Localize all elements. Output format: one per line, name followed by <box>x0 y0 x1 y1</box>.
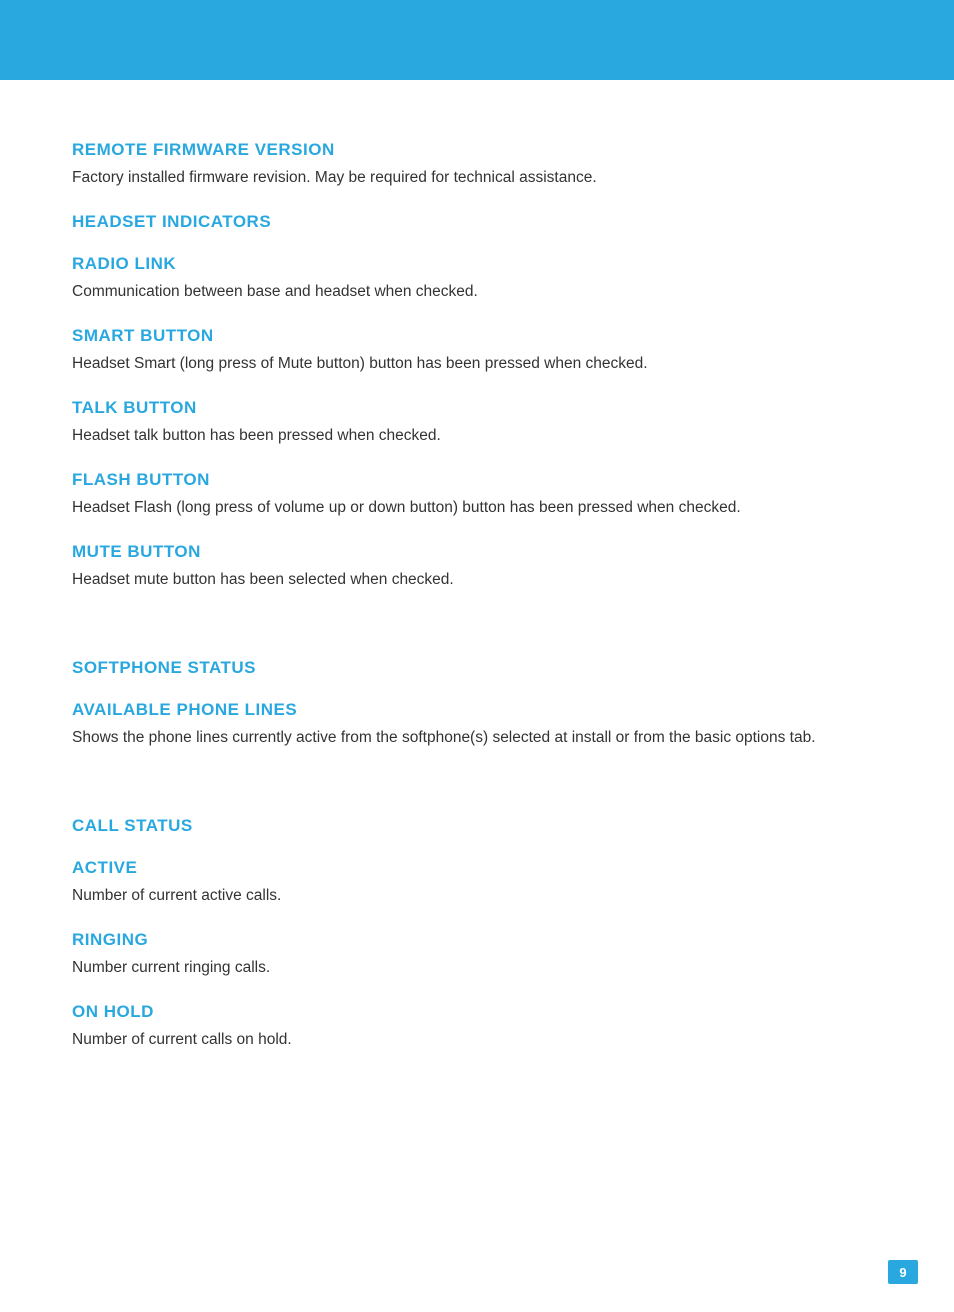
heading-softphone-status: SOFTPHONE STATUS <box>72 658 882 678</box>
heading-headset-indicators: HEADSET INDICATORS <box>72 212 882 232</box>
spacer-2 <box>72 618 882 636</box>
page-number: 9 <box>888 1260 918 1284</box>
heading-smart-button: SMART BUTTON <box>72 326 882 346</box>
body-active: Number of current active calls. <box>72 884 882 908</box>
section-available-phone-lines: AVAILABLE PHONE LINES Shows the phone li… <box>72 700 882 750</box>
body-radio-link: Communication between base and headset w… <box>72 280 882 304</box>
section-mute-button: MUTE BUTTON Headset mute button has been… <box>72 542 882 592</box>
body-on-hold: Number of current calls on hold. <box>72 1028 882 1052</box>
spacer-1 <box>72 600 882 618</box>
heading-call-status: CALL STATUS <box>72 816 882 836</box>
heading-talk-button: TALK BUTTON <box>72 398 882 418</box>
body-flash-button: Headset Flash (long press of volume up o… <box>72 496 882 520</box>
section-flash-button: FLASH BUTTON Headset Flash (long press o… <box>72 470 882 520</box>
spacer-4 <box>72 776 882 794</box>
section-radio-link: RADIO LINK Communication between base an… <box>72 254 882 304</box>
header-bar <box>0 0 954 80</box>
body-ringing: Number current ringing calls. <box>72 956 882 980</box>
body-available-phone-lines: Shows the phone lines currently active f… <box>72 726 882 750</box>
body-talk-button: Headset talk button has been pressed whe… <box>72 424 882 448</box>
section-remote-firmware-version: REMOTE FIRMWARE VERSION Factory installe… <box>72 140 882 190</box>
spacer-3 <box>72 758 882 776</box>
section-call-status: CALL STATUS <box>72 816 882 836</box>
heading-on-hold: ON HOLD <box>72 1002 882 1022</box>
section-softphone-status: SOFTPHONE STATUS <box>72 658 882 678</box>
body-mute-button: Headset mute button has been selected wh… <box>72 568 882 592</box>
body-smart-button: Headset Smart (long press of Mute button… <box>72 352 882 376</box>
section-ringing: RINGING Number current ringing calls. <box>72 930 882 980</box>
section-on-hold: ON HOLD Number of current calls on hold. <box>72 1002 882 1052</box>
body-remote-firmware-version: Factory installed firmware revision. May… <box>72 166 882 190</box>
heading-active: ACTIVE <box>72 858 882 878</box>
heading-available-phone-lines: AVAILABLE PHONE LINES <box>72 700 882 720</box>
section-headset-indicators: HEADSET INDICATORS <box>72 212 882 232</box>
section-talk-button: TALK BUTTON Headset talk button has been… <box>72 398 882 448</box>
heading-ringing: RINGING <box>72 930 882 950</box>
heading-flash-button: FLASH BUTTON <box>72 470 882 490</box>
heading-mute-button: MUTE BUTTON <box>72 542 882 562</box>
section-smart-button: SMART BUTTON Headset Smart (long press o… <box>72 326 882 376</box>
section-active: ACTIVE Number of current active calls. <box>72 858 882 908</box>
heading-remote-firmware-version: REMOTE FIRMWARE VERSION <box>72 140 882 160</box>
main-content: REMOTE FIRMWARE VERSION Factory installe… <box>0 80 954 1120</box>
heading-radio-link: RADIO LINK <box>72 254 882 274</box>
